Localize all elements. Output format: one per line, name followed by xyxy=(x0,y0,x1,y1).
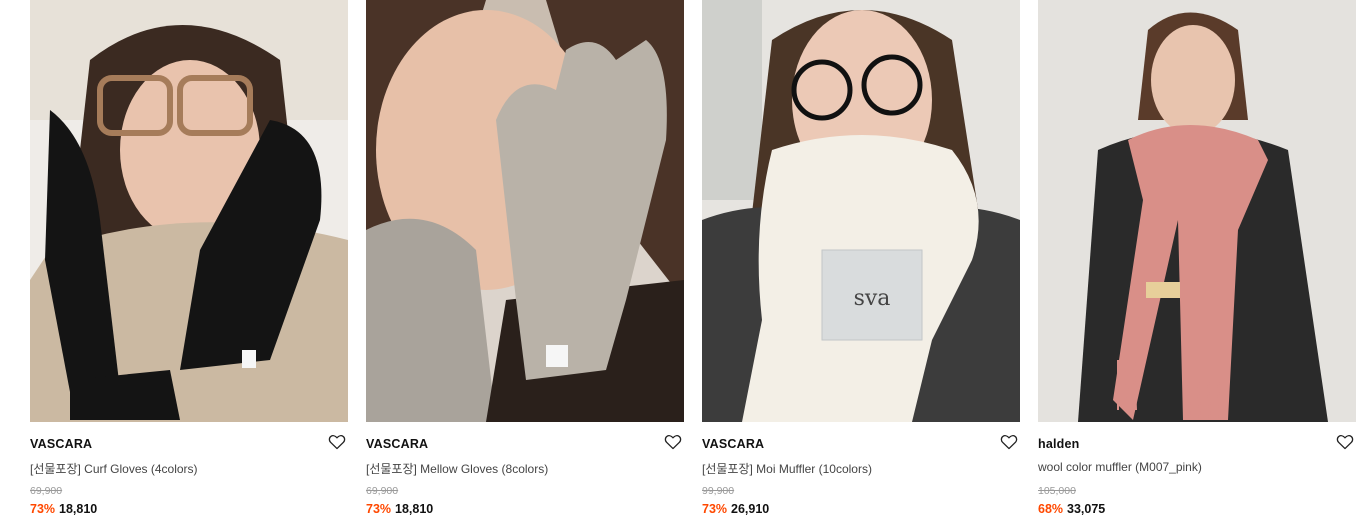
discount-rate: 73% xyxy=(702,502,728,516)
product-image[interactable] xyxy=(1038,0,1356,422)
price-row: 68% 33,075 xyxy=(1038,502,1105,516)
product-image[interactable] xyxy=(30,0,348,422)
original-price: 69,900 xyxy=(30,485,63,497)
original-price: 69,900 xyxy=(366,485,399,497)
brand-name[interactable]: halden xyxy=(1038,437,1079,451)
product-image[interactable] xyxy=(366,0,684,422)
product-card[interactable]: sva VASCARA [선물포장] Moi Muffler (10colors… xyxy=(702,0,1020,526)
product-name[interactable]: [선물포장] Curf Gloves (4colors) xyxy=(30,460,198,477)
sale-price: 18,810 xyxy=(395,502,434,516)
brand-logo-patch: sva xyxy=(854,286,891,311)
product-photo xyxy=(1038,0,1356,422)
sale-price: 33,075 xyxy=(1067,502,1106,516)
product-image[interactable]: sva xyxy=(702,0,1020,422)
product-name[interactable]: [선물포장] Moi Muffler (10colors) xyxy=(702,460,872,477)
product-photo: sva xyxy=(702,0,1020,422)
wishlist-heart-icon[interactable] xyxy=(1000,434,1018,450)
discount-rate: 73% xyxy=(366,502,392,516)
wishlist-heart-icon[interactable] xyxy=(664,434,682,450)
wishlist-heart-icon[interactable] xyxy=(1336,434,1354,450)
sale-price: 26,910 xyxy=(731,502,770,516)
price-row: 73% 18,810 xyxy=(366,502,433,516)
original-price: 99,900 xyxy=(702,485,735,497)
brand-name[interactable]: VASCARA xyxy=(702,437,764,451)
wishlist-heart-icon[interactable] xyxy=(328,434,346,450)
price-row: 73% 18,810 xyxy=(30,502,97,516)
discount-rate: 73% xyxy=(30,502,56,516)
product-card[interactable]: VASCARA [선물포장] Mellow Gloves (8colors) 6… xyxy=(366,0,684,526)
price-row: 73% 26,910 xyxy=(702,502,769,516)
product-photo xyxy=(366,0,684,422)
product-photo xyxy=(30,0,348,422)
original-price: 105,000 xyxy=(1038,485,1076,497)
brand-name[interactable]: VASCARA xyxy=(30,437,92,451)
product-card[interactable]: VASCARA [선물포장] Curf Gloves (4colors) 69,… xyxy=(30,0,348,526)
brand-name[interactable]: VASCARA xyxy=(366,437,428,451)
product-name[interactable]: [선물포장] Mellow Gloves (8colors) xyxy=(366,460,548,477)
product-card[interactable]: halden wool color muffler (M007_pink) 10… xyxy=(1038,0,1356,526)
discount-rate: 68% xyxy=(1038,502,1064,516)
product-name[interactable]: wool color muffler (M007_pink) xyxy=(1038,460,1202,474)
sale-price: 18,810 xyxy=(59,502,98,516)
product-grid: VASCARA [선물포장] Curf Gloves (4colors) 69,… xyxy=(0,0,1360,526)
